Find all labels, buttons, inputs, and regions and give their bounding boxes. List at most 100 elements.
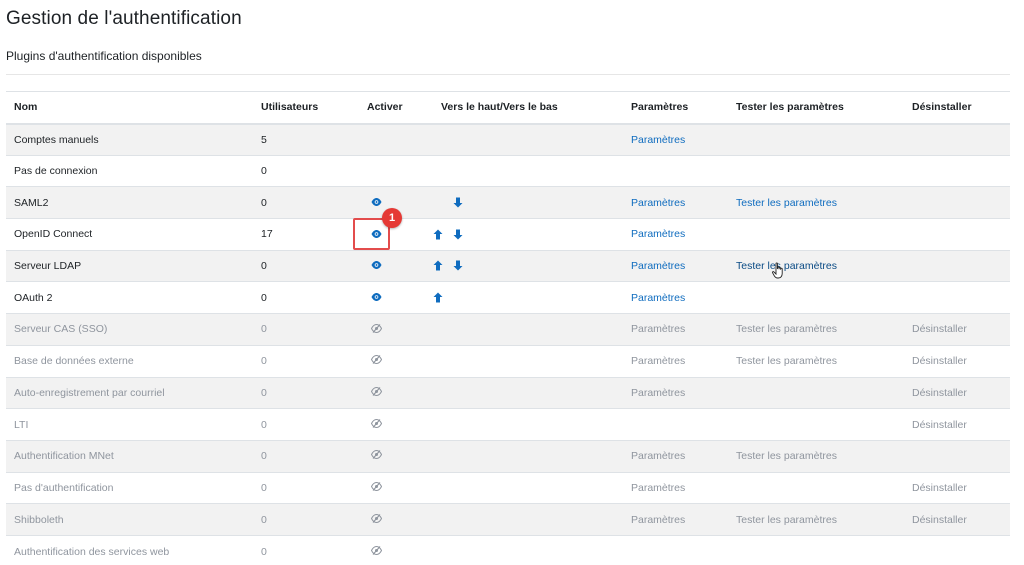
uninstall-link[interactable]: Désinstaller	[912, 387, 967, 399]
settings-cell: Paramètres	[623, 439, 728, 473]
plugin-name: Pas d'authentification	[6, 471, 253, 504]
eye-slash-icon[interactable]	[370, 355, 383, 367]
settings-cell: Paramètres	[623, 281, 728, 314]
order-cell	[433, 313, 623, 346]
test-cell	[728, 408, 904, 441]
uninstall-cell	[904, 123, 1010, 156]
uninstall-cell: Désinstaller	[904, 344, 1010, 377]
uninstall-link[interactable]: Désinstaller	[912, 323, 967, 335]
settings-link[interactable]: Paramètres	[631, 387, 685, 399]
eye-slash-icon[interactable]	[370, 323, 383, 336]
order-cell	[433, 408, 623, 441]
auth-plugins-table: Nom Utilisateurs Activer Vers le haut/Ve…	[6, 91, 1010, 565]
settings-link[interactable]: Paramètres	[631, 228, 685, 240]
settings-link[interactable]: Paramètres	[631, 355, 685, 367]
col-header-order: Vers le haut/Vers le bas	[433, 91, 623, 125]
eye-slash-icon[interactable]	[370, 386, 383, 399]
order-cell	[433, 249, 623, 282]
uninstall-cell: Désinstaller	[904, 471, 1010, 504]
test-cell: Tester les paramètres	[728, 503, 904, 536]
settings-link[interactable]: Paramètres	[631, 323, 685, 335]
settings-link[interactable]: Paramètres	[631, 450, 685, 462]
eye-slash-icon[interactable]	[370, 545, 383, 558]
plugin-name: OAuth 2	[6, 281, 253, 314]
eye-slash-icon[interactable]	[370, 482, 383, 494]
enable-cell	[359, 313, 433, 346]
user-count: 0	[253, 313, 359, 346]
eye-slash-icon[interactable]	[370, 450, 383, 462]
section-subtitle: Plugins d'authentification disponibles	[6, 49, 202, 63]
user-count: 0	[253, 439, 359, 473]
col-header-name: Nom	[6, 91, 253, 125]
divider	[6, 74, 1010, 75]
settings-link[interactable]: Paramètres	[631, 134, 685, 146]
table-row: Auto-enregistrement par courriel 0 Paramèt…	[6, 376, 1010, 409]
uninstall-link[interactable]: Désinstaller	[912, 514, 967, 526]
eye-slash-icon[interactable]	[370, 513, 383, 526]
user-count: 0	[253, 471, 359, 504]
eye-icon[interactable]	[371, 197, 382, 209]
eye-icon[interactable]	[371, 292, 382, 304]
settings-cell	[623, 154, 728, 187]
user-count: 0	[253, 249, 359, 282]
order-cell	[433, 154, 623, 187]
enable-cell	[359, 123, 433, 156]
arrow-down-icon[interactable]	[453, 197, 465, 209]
eye-icon[interactable]	[371, 260, 382, 272]
plugin-name: OpenID Connect	[6, 218, 253, 251]
col-header-settings: Paramètres	[623, 91, 728, 125]
test-settings-link[interactable]: Tester les paramètres	[736, 323, 837, 335]
uninstall-link[interactable]: Désinstaller	[912, 419, 967, 431]
test-settings-link[interactable]: Tester les paramètres	[736, 260, 837, 272]
uninstall-link[interactable]: Désinstaller	[912, 482, 967, 494]
settings-link[interactable]: Paramètres	[631, 292, 685, 304]
uninstall-cell: Désinstaller	[904, 503, 1010, 536]
order-cell	[433, 344, 623, 377]
enable-cell	[359, 503, 433, 536]
enable-cell	[359, 249, 433, 282]
test-settings-link[interactable]: Tester les paramètres	[736, 197, 837, 209]
arrow-down-icon[interactable]	[453, 260, 465, 272]
uninstall-cell: Désinstaller	[904, 408, 1010, 441]
settings-link[interactable]: Paramètres	[631, 514, 685, 526]
settings-cell: Paramètres	[623, 218, 728, 251]
test-cell	[728, 123, 904, 156]
user-count: 0	[253, 408, 359, 441]
settings-link[interactable]: Paramètres	[631, 197, 685, 209]
uninstall-cell: Désinstaller	[904, 376, 1010, 409]
settings-link[interactable]: Paramètres	[631, 260, 685, 272]
table-row: Pas de connexion 0	[6, 154, 1010, 187]
arrow-up-icon[interactable]	[433, 292, 445, 304]
test-settings-link[interactable]: Tester les paramètres	[736, 450, 837, 462]
plugin-name: Base de données externe	[6, 344, 253, 377]
test-cell	[728, 218, 904, 251]
plugin-name: Authentification MNet	[6, 439, 253, 473]
arrow-up-icon[interactable]	[433, 260, 445, 272]
settings-cell: Paramètres	[623, 313, 728, 346]
order-cell	[433, 218, 623, 251]
test-cell: Tester les paramètres	[728, 439, 904, 473]
plugin-name: Serveur LDAP	[6, 249, 253, 282]
arrow-up-icon[interactable]	[433, 229, 445, 241]
user-count: 0	[253, 503, 359, 536]
table-row: Authentification des services web 0	[6, 534, 1010, 565]
table-row: LTI 0 Désinstaller	[6, 408, 1010, 441]
settings-link[interactable]: Paramètres	[631, 482, 685, 494]
order-cell	[433, 503, 623, 536]
user-count: 0	[253, 344, 359, 377]
order-cell	[433, 186, 623, 219]
uninstall-link[interactable]: Désinstaller	[912, 355, 967, 367]
plugin-name: LTI	[6, 408, 253, 441]
test-settings-link[interactable]: Tester les paramètres	[736, 514, 837, 526]
col-header-test: Tester les paramètres	[728, 91, 904, 125]
table-header-row: Nom Utilisateurs Activer Vers le haut/Ve…	[6, 91, 1010, 125]
test-settings-link[interactable]: Tester les paramètres	[736, 355, 837, 367]
uninstall-cell	[904, 154, 1010, 187]
test-cell	[728, 471, 904, 504]
plugin-name: Shibboleth	[6, 503, 253, 536]
arrow-down-icon[interactable]	[453, 229, 465, 241]
eye-slash-icon[interactable]	[370, 418, 383, 431]
test-cell: Tester les paramètres	[728, 313, 904, 346]
settings-cell: Paramètres	[623, 123, 728, 156]
table-row: OpenID Connect 17 Paramètres	[6, 218, 1010, 251]
